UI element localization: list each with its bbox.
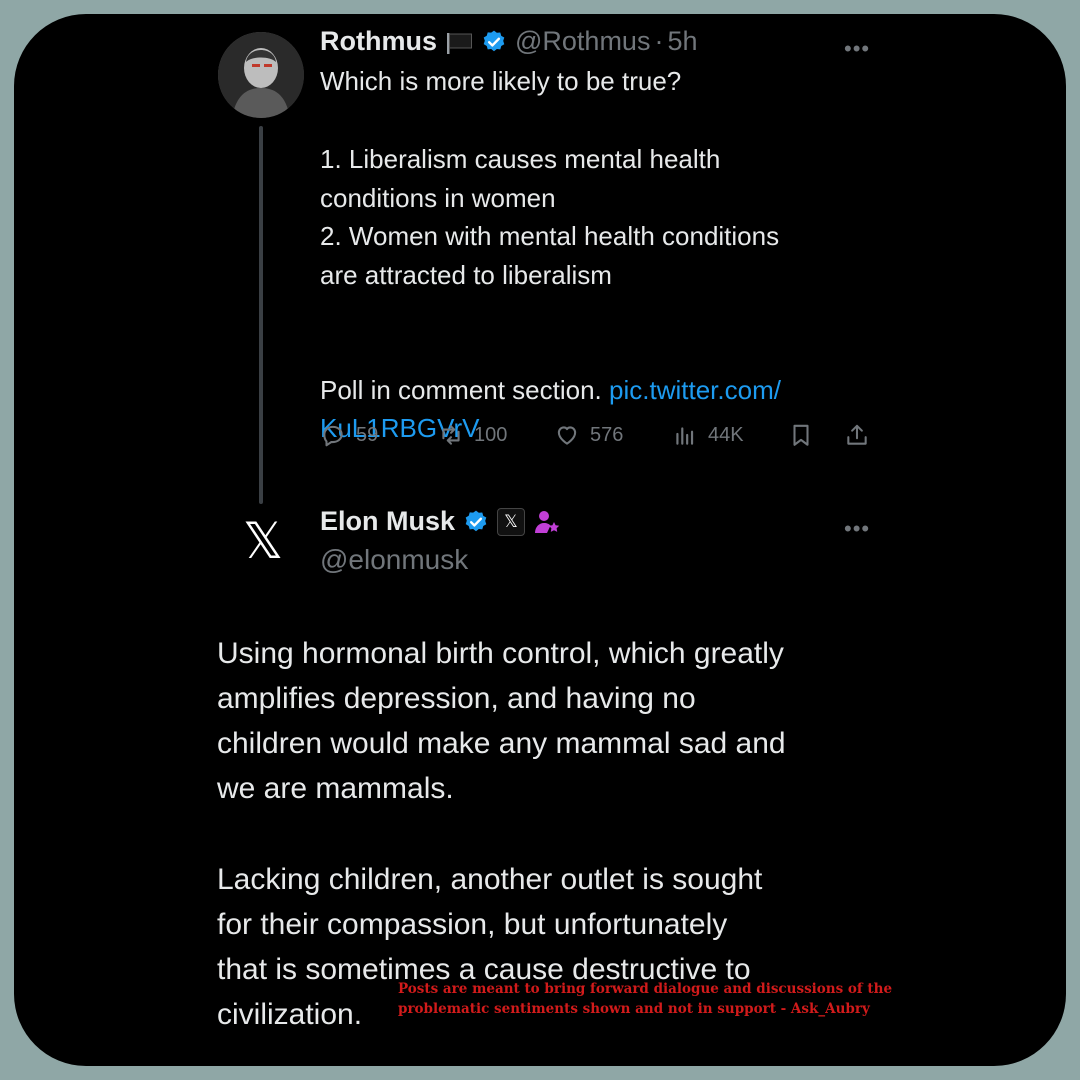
- separator-dot: ·: [654, 26, 664, 56]
- reply-paragraph-2-last: civilization.: [217, 998, 363, 1031]
- bookmark-button[interactable]: [788, 422, 814, 448]
- reply-paragraph-1: Using hormonal birth control, which grea…: [217, 637, 786, 805]
- flag-emoji: [445, 31, 473, 54]
- watermark-line-1: Posts are meant to bring forward dialogu…: [398, 981, 893, 997]
- views-count: 44K: [708, 423, 744, 446]
- watermark-line-2: problematic sentiments shown and not in …: [398, 1001, 870, 1017]
- like-count: 576: [590, 423, 624, 446]
- verified-badge-icon: [465, 510, 487, 531]
- reply-handle[interactable]: @elonmusk: [320, 544, 468, 576]
- timestamp[interactable]: 5h: [667, 26, 697, 57]
- repost-count: 100: [474, 423, 508, 446]
- tweet-header: Rothmus @Rothmus · 5h: [320, 26, 698, 57]
- thread-connector: [259, 126, 263, 504]
- x-logo-icon[interactable]: 𝕏: [232, 510, 294, 572]
- screenshot-card: Rothmus @Rothmus · 5h ••• Which is more …: [14, 14, 1066, 1066]
- like-button[interactable]: 576: [554, 422, 623, 448]
- display-name[interactable]: Rothmus: [320, 26, 437, 57]
- tweet-text-points: 1. Liberalism causes mental health condi…: [320, 144, 780, 290]
- reply-button[interactable]: 59: [320, 422, 378, 448]
- avatar-portrait-icon: [218, 32, 304, 118]
- more-options-icon[interactable]: •••: [844, 36, 870, 62]
- reply-header: Elon Musk 𝕏: [320, 506, 561, 537]
- reply-paragraph-2: Lacking children, another outlet is soug…: [217, 863, 763, 986]
- watermark-disclaimer: Posts are meant to bring forward dialogu…: [398, 979, 892, 1019]
- views-icon: [676, 427, 694, 445]
- reply-display-name[interactable]: Elon Musk: [320, 506, 455, 537]
- tweet-text-question: Which is more likely to be true?: [320, 66, 682, 96]
- like-icon: [557, 426, 577, 445]
- poll-text: Poll in comment section.: [320, 374, 610, 405]
- verified-badge-icon: [483, 30, 505, 51]
- repost-icon: [442, 425, 460, 445]
- handle[interactable]: @Rothmus: [515, 26, 650, 57]
- bookmark-icon: [793, 424, 809, 446]
- share-icon: [847, 424, 867, 445]
- x-affiliation-badge-icon: 𝕏: [497, 507, 526, 536]
- views-button[interactable]: 44K: [672, 422, 744, 448]
- more-options-icon[interactable]: •••: [844, 516, 870, 542]
- reply-icon: [323, 425, 343, 447]
- pic-link-part1[interactable]: pic.twitter.com/: [609, 375, 781, 405]
- reply-count: 59: [356, 423, 379, 446]
- rothmus-avatar[interactable]: [218, 32, 304, 118]
- repost-button[interactable]: 100: [438, 422, 507, 448]
- share-button[interactable]: [844, 422, 870, 448]
- affiliate-person-star-icon: [535, 510, 560, 533]
- black-flag-icon: [447, 32, 472, 54]
